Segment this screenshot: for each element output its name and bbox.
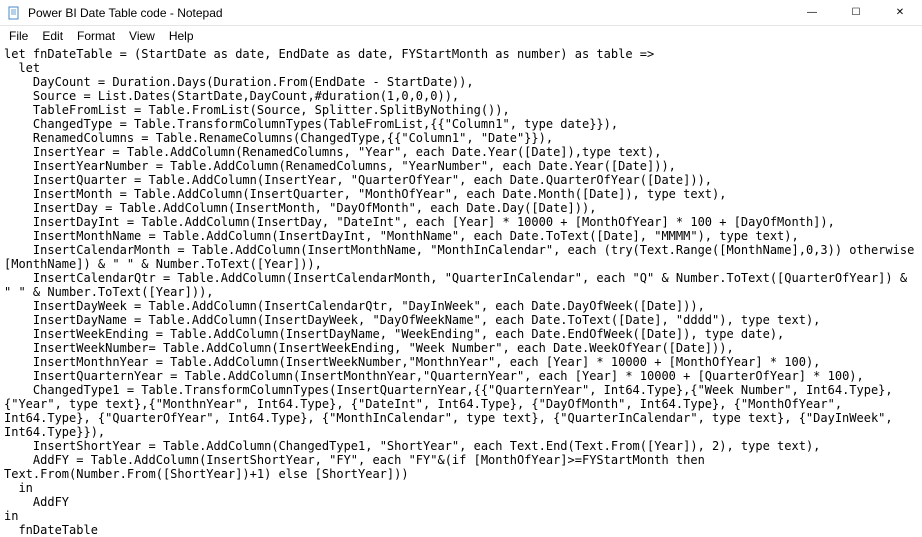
menu-file[interactable]: File — [2, 28, 35, 44]
menu-format[interactable]: Format — [70, 28, 122, 44]
menubar: File Edit Format View Help — [0, 26, 922, 45]
close-button[interactable]: ✕ — [878, 0, 922, 25]
menu-view[interactable]: View — [122, 28, 162, 44]
titlebar: Power BI Date Table code - Notepad — ☐ ✕ — [0, 0, 922, 26]
menu-help[interactable]: Help — [162, 28, 201, 44]
text-editor[interactable]: let fnDateTable = (StartDate as date, En… — [0, 45, 922, 537]
window-title: Power BI Date Table code - Notepad — [26, 6, 790, 20]
notepad-icon — [6, 5, 22, 21]
minimize-button[interactable]: — — [790, 0, 834, 25]
menu-edit[interactable]: Edit — [35, 28, 70, 44]
window-controls: — ☐ ✕ — [790, 0, 922, 25]
maximize-button[interactable]: ☐ — [834, 0, 878, 25]
